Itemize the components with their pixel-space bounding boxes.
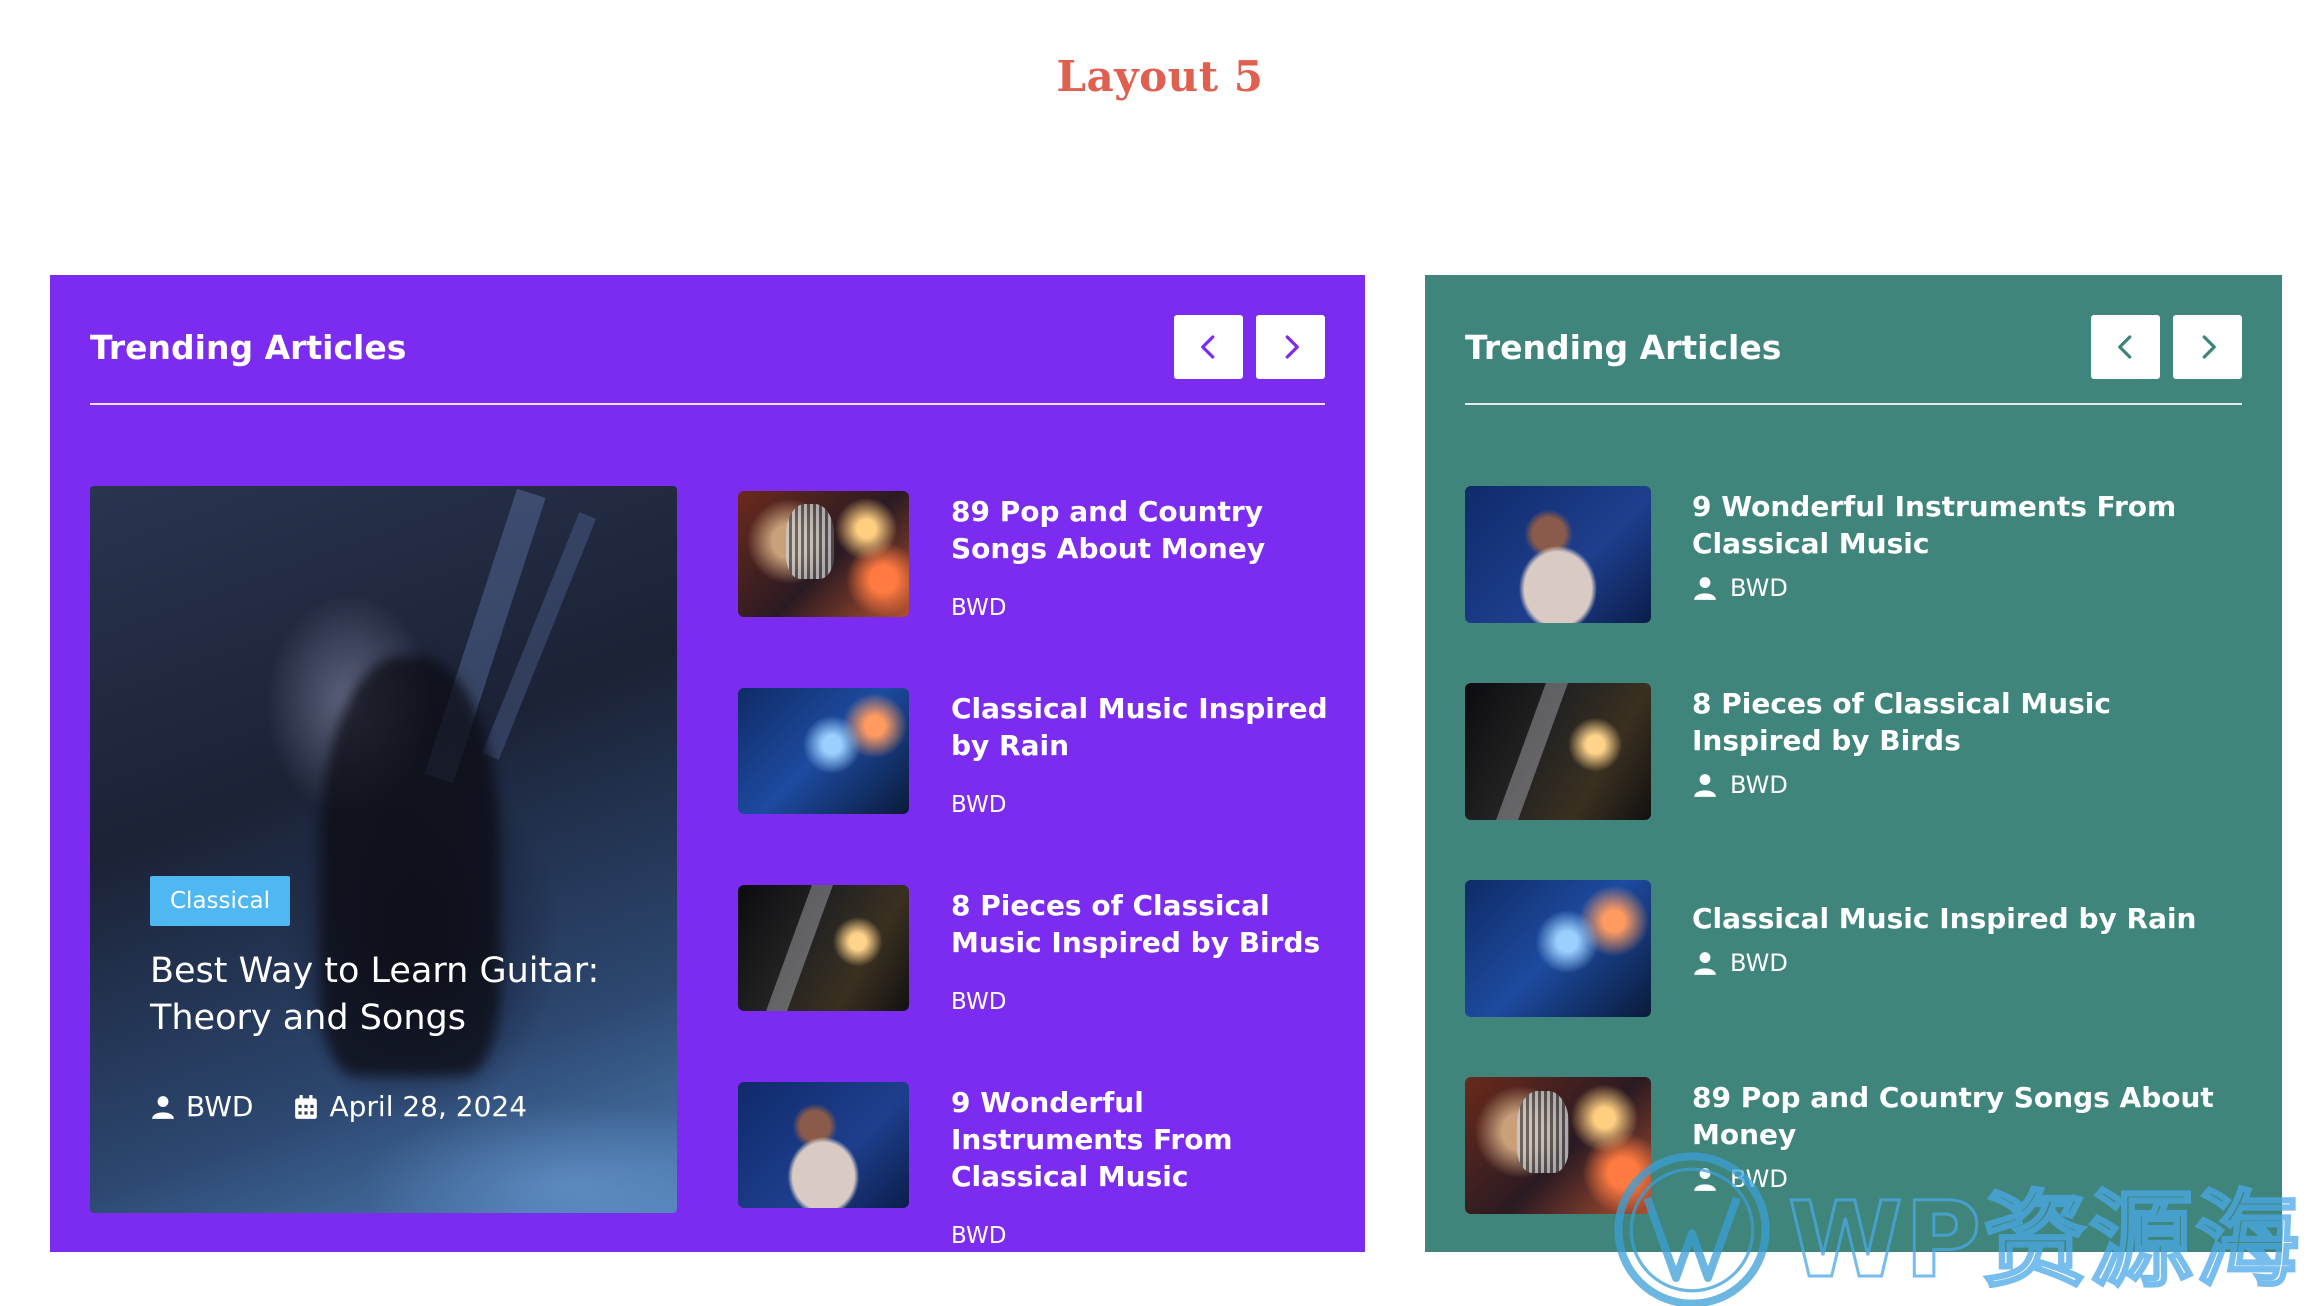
author-name[interactable]: BWD: [186, 1090, 253, 1123]
date-meta: April 28, 2024: [293, 1090, 527, 1123]
article-title[interactable]: 9 Wonderful Instruments From Classical M…: [1692, 488, 2245, 562]
user-icon: [1694, 774, 1716, 797]
chevron-right-icon: [1285, 335, 1299, 359]
card-header: Trending Articles: [1465, 315, 2242, 379]
article-thumbnail[interactable]: [738, 491, 909, 617]
card-title: Trending Articles: [90, 327, 407, 367]
article-thumbnail[interactable]: [738, 1082, 909, 1208]
wordpress-logo-icon: [1614, 1152, 1770, 1306]
article-title[interactable]: 8 Pieces of Classical Music Inspired by …: [951, 887, 1328, 961]
featured-article[interactable]: Classical Best Way to Learn Guitar: Theo…: [90, 486, 677, 1213]
user-icon: [1694, 952, 1716, 975]
card-header: Trending Articles: [90, 315, 1325, 379]
watermark: WP资源海: [1612, 1150, 2301, 1306]
trending-articles-card-purple: Trending Articles Classical Best Way to …: [50, 275, 1365, 1252]
chevron-right-icon: [2202, 335, 2216, 359]
slider-nav: [1174, 315, 1325, 379]
article-thumbnail[interactable]: [738, 688, 909, 814]
header-divider: [1465, 403, 2242, 405]
list-item[interactable]: 89 Pop and Country Songs About Money BWD: [738, 491, 1328, 621]
list-item[interactable]: 9 Wonderful Instruments From Classical M…: [738, 1082, 1328, 1249]
article-title[interactable]: 89 Pop and Country Songs About Money: [951, 493, 1328, 567]
prev-button[interactable]: [2091, 315, 2160, 379]
card-title: Trending Articles: [1465, 327, 1782, 367]
article-author[interactable]: BWD: [1730, 574, 1788, 602]
prev-button[interactable]: [1174, 315, 1243, 379]
user-icon: [152, 1095, 174, 1119]
featured-meta: BWD April 28, 2024: [150, 1090, 637, 1123]
header-divider: [90, 403, 1325, 405]
article-author-meta: BWD: [1692, 949, 2197, 977]
article-title[interactable]: 9 Wonderful Instruments From Classical M…: [951, 1084, 1328, 1195]
user-icon: [1694, 577, 1716, 600]
article-title[interactable]: Classical Music Inspired by Rain: [951, 690, 1328, 764]
article-title[interactable]: 8 Pieces of Classical Music Inspired by …: [1692, 685, 2245, 759]
article-author[interactable]: BWD: [1730, 771, 1788, 799]
calendar-icon: [295, 1094, 318, 1119]
article-author[interactable]: BWD: [951, 1223, 1328, 1249]
article-thumbnail[interactable]: [1465, 486, 1651, 623]
list-item[interactable]: 8 Pieces of Classical Music Inspired by …: [738, 885, 1328, 1015]
article-thumbnail[interactable]: [738, 885, 909, 1011]
watermark-text: WP资源海: [1787, 1177, 2301, 1302]
trending-articles-card-teal: Trending Articles 9 Wonderful Instrument…: [1425, 275, 2282, 1252]
next-button[interactable]: [2173, 315, 2242, 379]
featured-content: Classical Best Way to Learn Guitar: Theo…: [150, 876, 637, 1123]
list-item[interactable]: Classical Music Inspired by Rain BWD: [738, 688, 1328, 818]
list-item[interactable]: 8 Pieces of Classical Music Inspired by …: [1465, 683, 2245, 820]
article-author-meta: BWD: [1692, 574, 2245, 602]
chevron-left-icon: [1200, 335, 1214, 359]
article-author[interactable]: BWD: [951, 989, 1328, 1015]
category-badge[interactable]: Classical: [150, 876, 291, 926]
page-title: Layout 5: [1056, 52, 1264, 101]
article-thumbnail[interactable]: [1465, 880, 1651, 1017]
article-author[interactable]: BWD: [951, 595, 1328, 621]
featured-title[interactable]: Best Way to Learn Guitar: Theory and Son…: [150, 948, 637, 1042]
publish-date: April 28, 2024: [329, 1090, 528, 1123]
article-author[interactable]: BWD: [1730, 949, 1788, 977]
chevron-left-icon: [2117, 335, 2131, 359]
article-author-meta: BWD: [1692, 771, 2245, 799]
next-button[interactable]: [1256, 315, 1325, 379]
list-item[interactable]: Classical Music Inspired by Rain BWD: [1465, 880, 2245, 1017]
slider-nav: [2091, 315, 2242, 379]
article-author[interactable]: BWD: [951, 792, 1328, 818]
list-item[interactable]: 9 Wonderful Instruments From Classical M…: [1465, 486, 2245, 623]
author-meta: BWD: [150, 1090, 253, 1123]
article-title[interactable]: 89 Pop and Country Songs About Money: [1692, 1079, 2245, 1153]
article-thumbnail[interactable]: [1465, 683, 1651, 820]
article-title[interactable]: Classical Music Inspired by Rain: [1692, 900, 2197, 937]
